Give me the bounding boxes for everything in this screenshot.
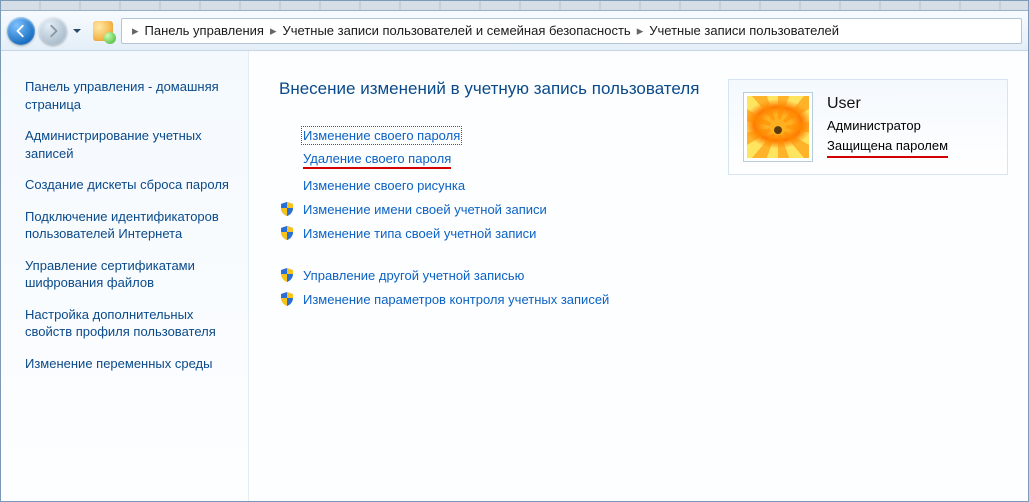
avatar-image [747,96,809,158]
sidebar-item-home[interactable]: Панель управления - домашняя страница [23,71,240,120]
link-manage-other-account[interactable]: Управление другой учетной записью [303,268,524,283]
link-change-picture[interactable]: Изменение своего рисунка [303,178,465,193]
user-role: Администратор [827,116,948,136]
user-name: User [827,92,948,116]
control-panel-window: ▸ Панель управления ▸ Учетные записи пол… [0,0,1029,502]
breadcrumb[interactable]: ▸ Панель управления ▸ Учетные записи пол… [121,18,1022,44]
user-password-status: Защищена паролем [827,136,948,159]
link-uac-settings[interactable]: Изменение параметров контроля учетных за… [303,292,609,307]
uac-shield-icon [279,201,295,217]
uac-shield-icon [279,267,295,283]
icon-placeholder [279,152,295,168]
breadcrumb-seg-accounts-family[interactable]: Учетные записи пользователей и семейная … [283,23,631,38]
user-info: User Администратор Защищена паролем [827,92,948,158]
action-list: Изменение своего пароля Удаление своего … [279,123,708,311]
breadcrumb-seg-control-panel[interactable]: Панель управления [145,23,264,38]
arrow-left-icon [14,24,28,38]
forward-button[interactable] [39,17,67,45]
arrow-right-icon [46,24,60,38]
sidebar-item-encryption-certs[interactable]: Управление сертификатами шифрования файл… [23,250,240,299]
chevron-right-icon: ▸ [270,23,277,39]
back-button[interactable] [7,17,35,45]
chevron-right-icon: ▸ [637,23,644,39]
content-main: Внесение изменений в учетную запись поль… [279,79,708,311]
uac-shield-icon [279,291,295,307]
link-change-account-name[interactable]: Изменение имени своей учетной записи [303,202,547,217]
user-accounts-icon [93,21,113,41]
icon-placeholder [279,127,295,143]
sidebar-item-online-ids[interactable]: Подключение идентификаторов пользователе… [23,201,240,250]
sidebar-item-env-vars[interactable]: Изменение переменных среды [23,348,240,380]
titlebar-tabstrip [1,1,1028,11]
icon-placeholder [279,177,295,193]
sidebar-item-advanced-profile[interactable]: Настройка дополнительных свойств профиля… [23,299,240,348]
chevron-down-icon [72,26,82,36]
sidebar-item-admin-accounts[interactable]: Администрирование учетных записей [23,120,240,169]
content: Внесение изменений в учетную запись поль… [249,51,1028,501]
body: Панель управления - домашняя страница Ад… [1,51,1028,501]
page-title: Внесение изменений в учетную запись поль… [279,79,708,99]
avatar [743,92,813,162]
nav-history-dropdown[interactable] [71,17,83,45]
breadcrumb-seg-user-accounts[interactable]: Учетные записи пользователей [649,23,839,38]
chevron-right-icon: ▸ [132,23,139,39]
sidebar: Панель управления - домашняя страница Ад… [1,51,249,501]
link-remove-password[interactable]: Удаление своего пароля [303,151,451,169]
sidebar-item-password-reset-disk[interactable]: Создание дискеты сброса пароля [23,169,240,201]
uac-shield-icon [279,225,295,241]
user-card: User Администратор Защищена паролем [728,79,1008,175]
link-change-account-type[interactable]: Изменение типа своей учетной записи [303,226,536,241]
toolbar: ▸ Панель управления ▸ Учетные записи пол… [1,11,1028,51]
link-change-password[interactable]: Изменение своего пароля [303,128,460,143]
